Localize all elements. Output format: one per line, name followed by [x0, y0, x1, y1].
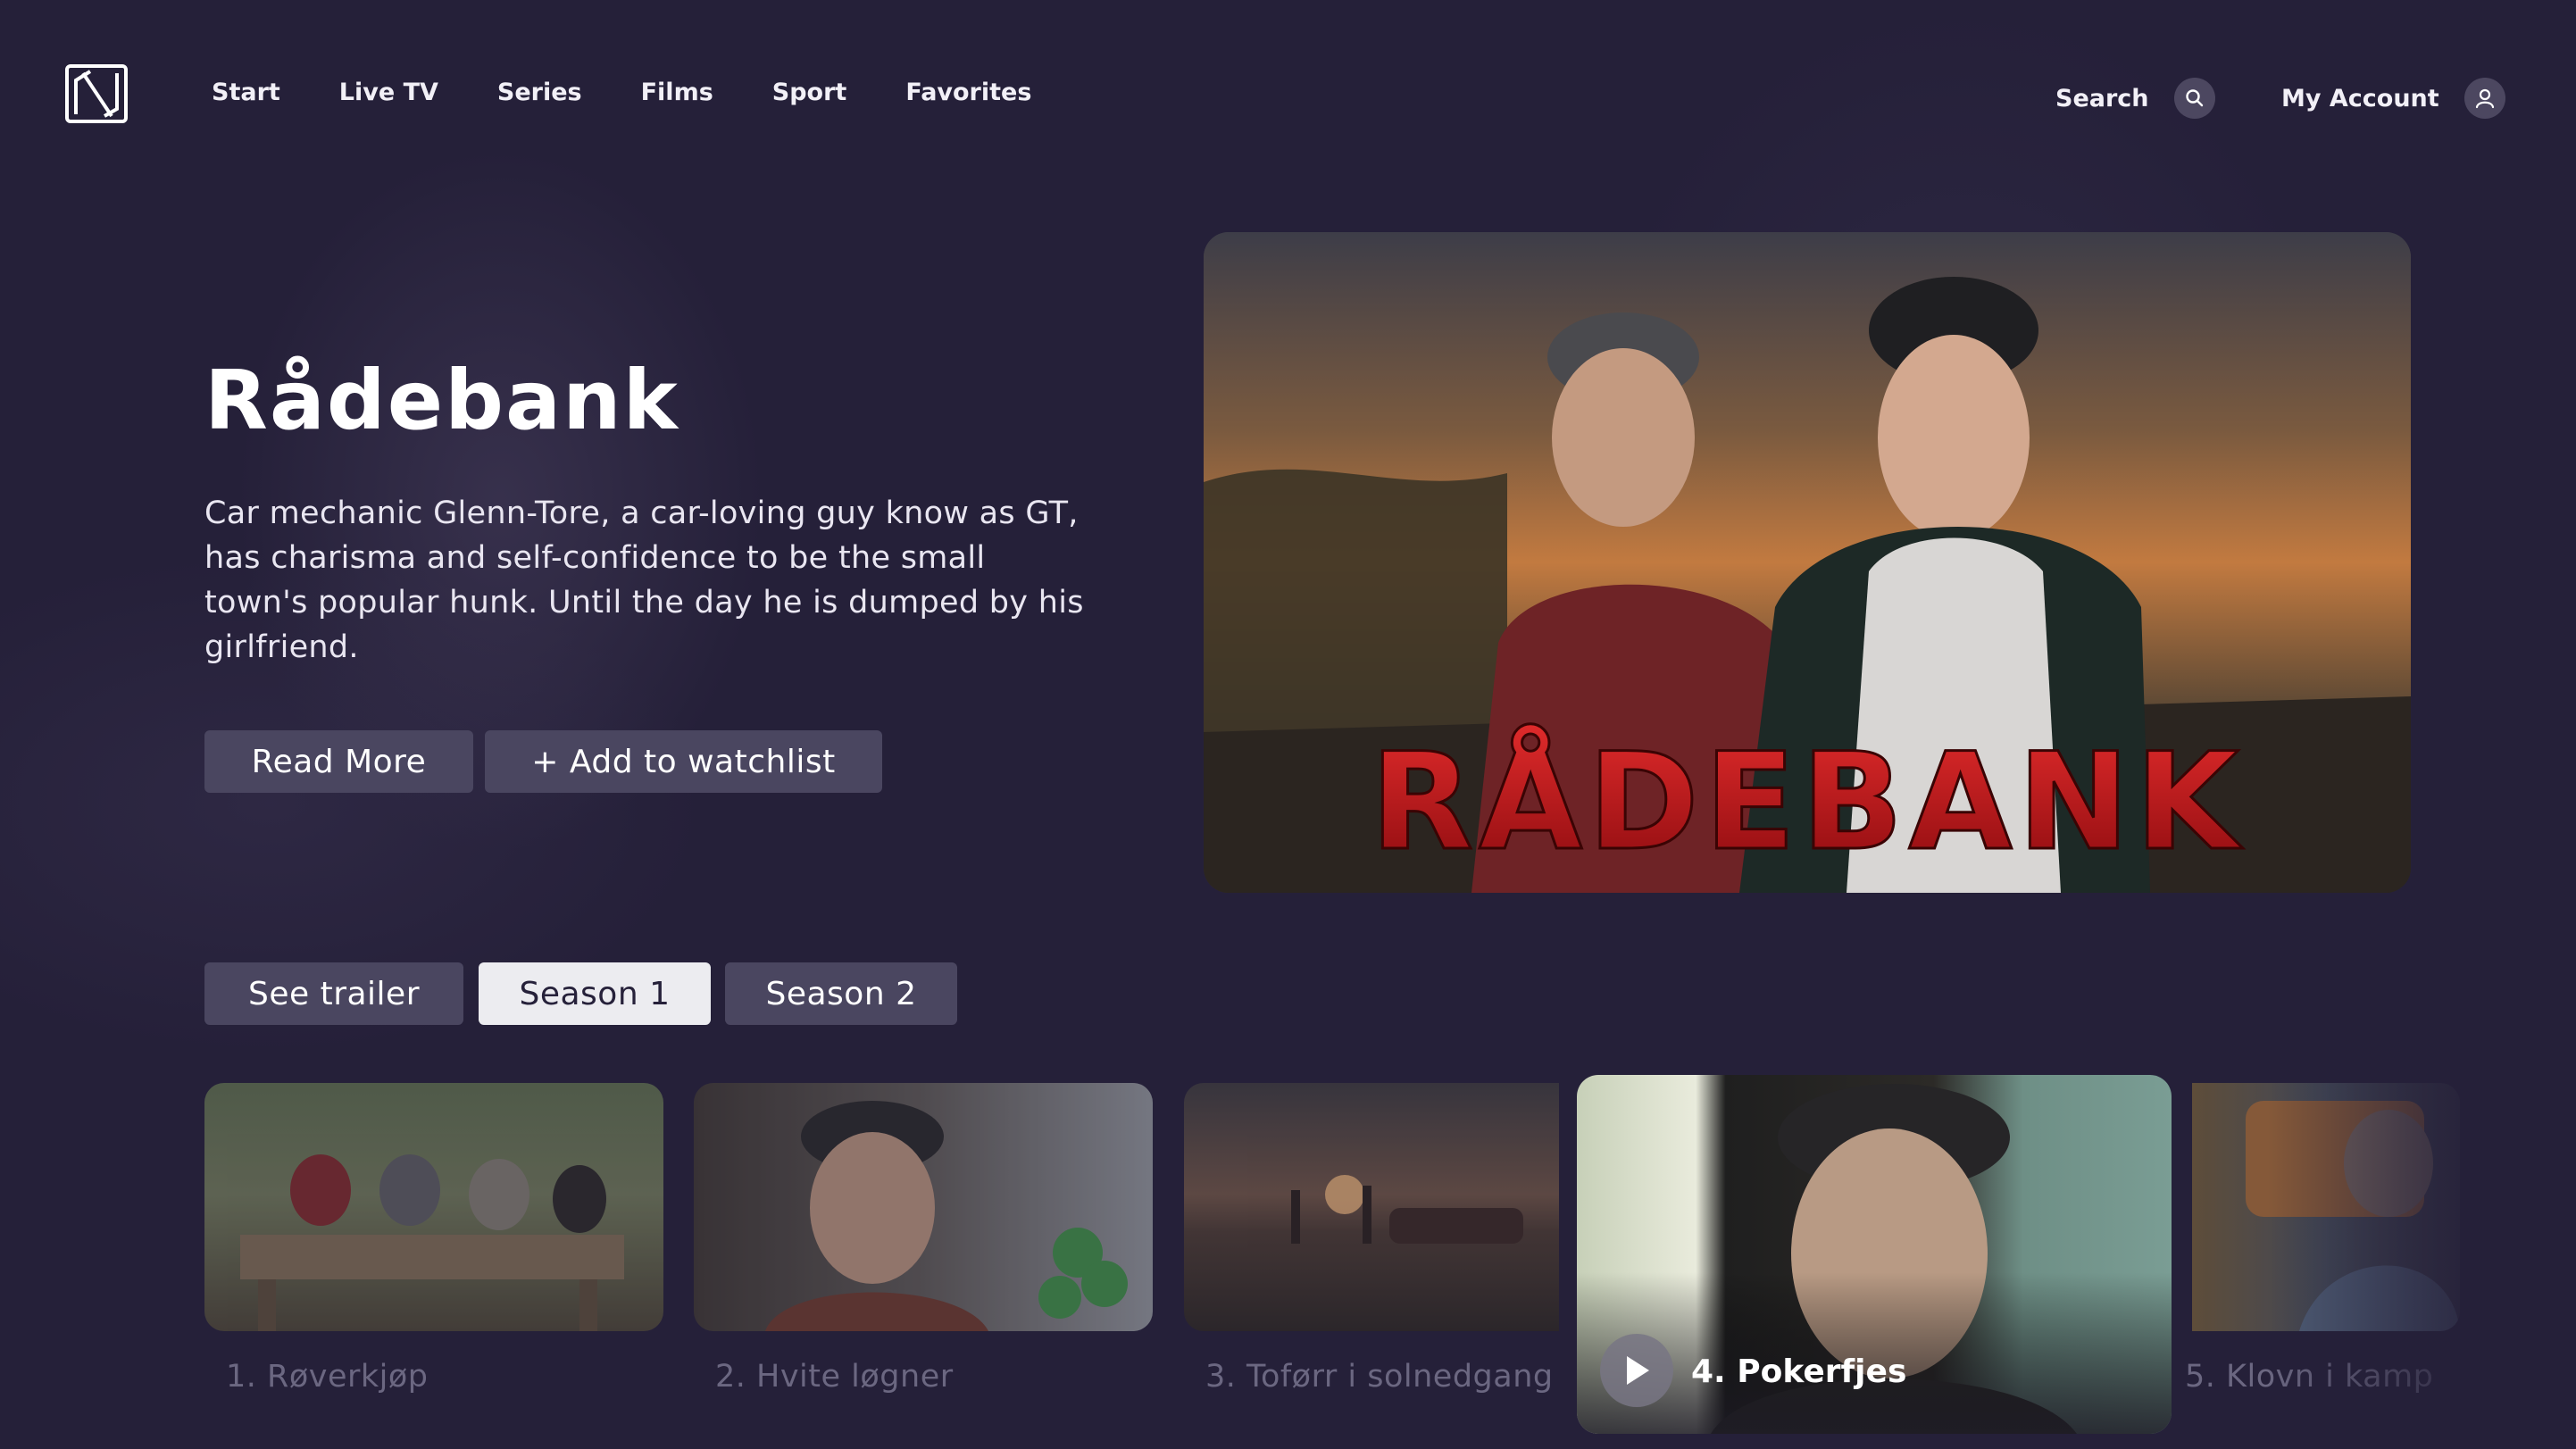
show-description: Car mechanic Glenn-Tore, a car-loving gu…	[204, 495, 1084, 665]
episode-label-1: 1. Røverkjøp	[226, 1359, 429, 1395]
user-icon	[2463, 78, 2505, 119]
episode-card-3[interactable]	[1184, 1083, 1559, 1331]
tab-season-2[interactable]: Season 2	[725, 962, 957, 1025]
show-title: Rådebank	[204, 353, 679, 448]
play-icon	[1627, 1356, 1649, 1385]
see-trailer-button[interactable]: See trailer	[204, 962, 463, 1025]
episode-label-5: 5. Klovn i kamp	[2185, 1359, 2434, 1395]
play-button[interactable]	[1600, 1334, 1673, 1407]
episode-card-4-featured[interactable]: 4. Pokerfjes	[1577, 1075, 2172, 1434]
hero-poster: RÅDEBANK	[1204, 232, 2411, 893]
tab-season-1[interactable]: Season 1	[479, 962, 711, 1025]
poster-title: RÅDEBANK	[1371, 723, 2245, 880]
search-icon	[2173, 78, 2215, 119]
nav-favorites[interactable]: Favorites	[905, 79, 1031, 106]
search-button[interactable]: Search	[2055, 78, 2215, 119]
nav-start[interactable]: Start	[212, 79, 280, 106]
episode-label-4: 4. Pokerfjes	[1691, 1353, 1907, 1390]
episode-label-2: 2. Hvite løgner	[715, 1359, 954, 1395]
account-button[interactable]: My Account	[2281, 78, 2505, 119]
episode-card-1[interactable]	[204, 1083, 663, 1331]
add-to-watchlist-button[interactable]: + Add to watchlist	[485, 730, 882, 793]
nav-live-tv[interactable]: Live TV	[339, 79, 438, 106]
account-label: My Account	[2281, 84, 2439, 112]
nav-sport[interactable]: Sport	[772, 79, 847, 106]
nav-series[interactable]: Series	[497, 79, 582, 106]
main-nav: Start Live TV Series Films Sport Favorit…	[212, 79, 1090, 106]
search-label: Search	[2055, 84, 2149, 112]
nav-films[interactable]: Films	[641, 79, 713, 106]
episode-label-3: 3. Toførr i solnedgang	[1205, 1359, 1554, 1395]
read-more-button[interactable]: Read More	[204, 730, 473, 793]
episode-card-2[interactable]	[694, 1083, 1153, 1331]
episode-card-5[interactable]	[2192, 1083, 2460, 1331]
n-logo-icon[interactable]	[65, 64, 128, 123]
